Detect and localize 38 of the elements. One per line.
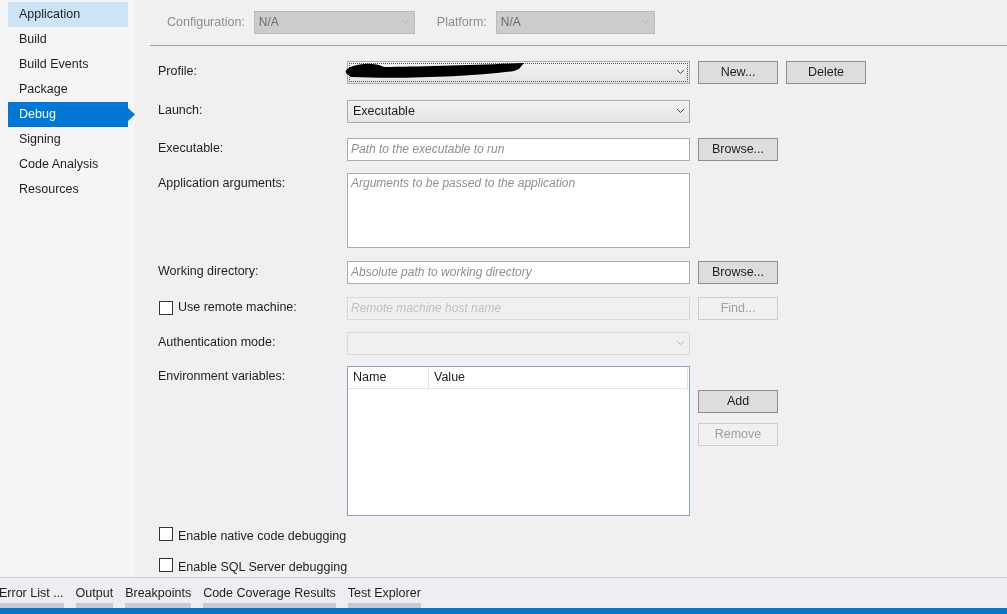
column-header[interactable]: Name [348,366,429,389]
field-label: Use remote machine: [178,299,297,317]
input-field[interactable]: Absolute path to working directory [347,260,690,284]
chevron-icon [676,340,685,346]
field-label: Launch: [158,102,203,120]
chevron-icon [676,108,685,114]
field-label: Platform: [436,13,487,31]
input-field[interactable]: Arguments to be passed to the application [347,172,690,248]
field-label: Working directory: [158,263,259,281]
sidebar-item[interactable]: Package [8,77,128,102]
column-header[interactable]: Value [429,366,688,389]
chevron-icon [676,69,685,75]
button[interactable]: Delete [786,60,866,84]
dropdown[interactable]: Executable [347,99,690,123]
field-label: Executable: [158,140,224,158]
checkbox[interactable] [159,526,173,541]
button[interactable]: Browse... [698,137,778,161]
input-field[interactable]: Path to the executable to run [347,137,690,161]
sidebar-item[interactable]: Debug [8,102,135,127]
sidebar-item[interactable]: Build Events [8,52,128,77]
sidebar-item[interactable]: Signing [8,127,128,152]
button[interactable]: New... [698,60,778,84]
checkbox-label: Enable SQL Server debugging [178,559,348,577]
list-view[interactable]: Name Value [347,365,690,516]
button[interactable]: Add [698,389,778,413]
sidebar-item[interactable]: Build [8,27,128,52]
sidebar-item[interactable]: Application [8,2,128,27]
button[interactable]: Browse... [698,260,778,284]
dropdown[interactable] [347,60,690,84]
checkbox[interactable] [159,558,173,573]
field-label: Profile: [158,63,197,81]
field-label: Authentication mode: [158,334,276,352]
field-label: Environment variables: [158,368,286,386]
checkbox-label: Enable native code debugging [178,527,347,545]
sidebar-item[interactable]: Resources [8,177,128,202]
sidebar-item[interactable]: Code Analysis [8,152,128,177]
field-label: Application arguments: [158,175,286,193]
field-label: Configuration: [167,13,245,31]
